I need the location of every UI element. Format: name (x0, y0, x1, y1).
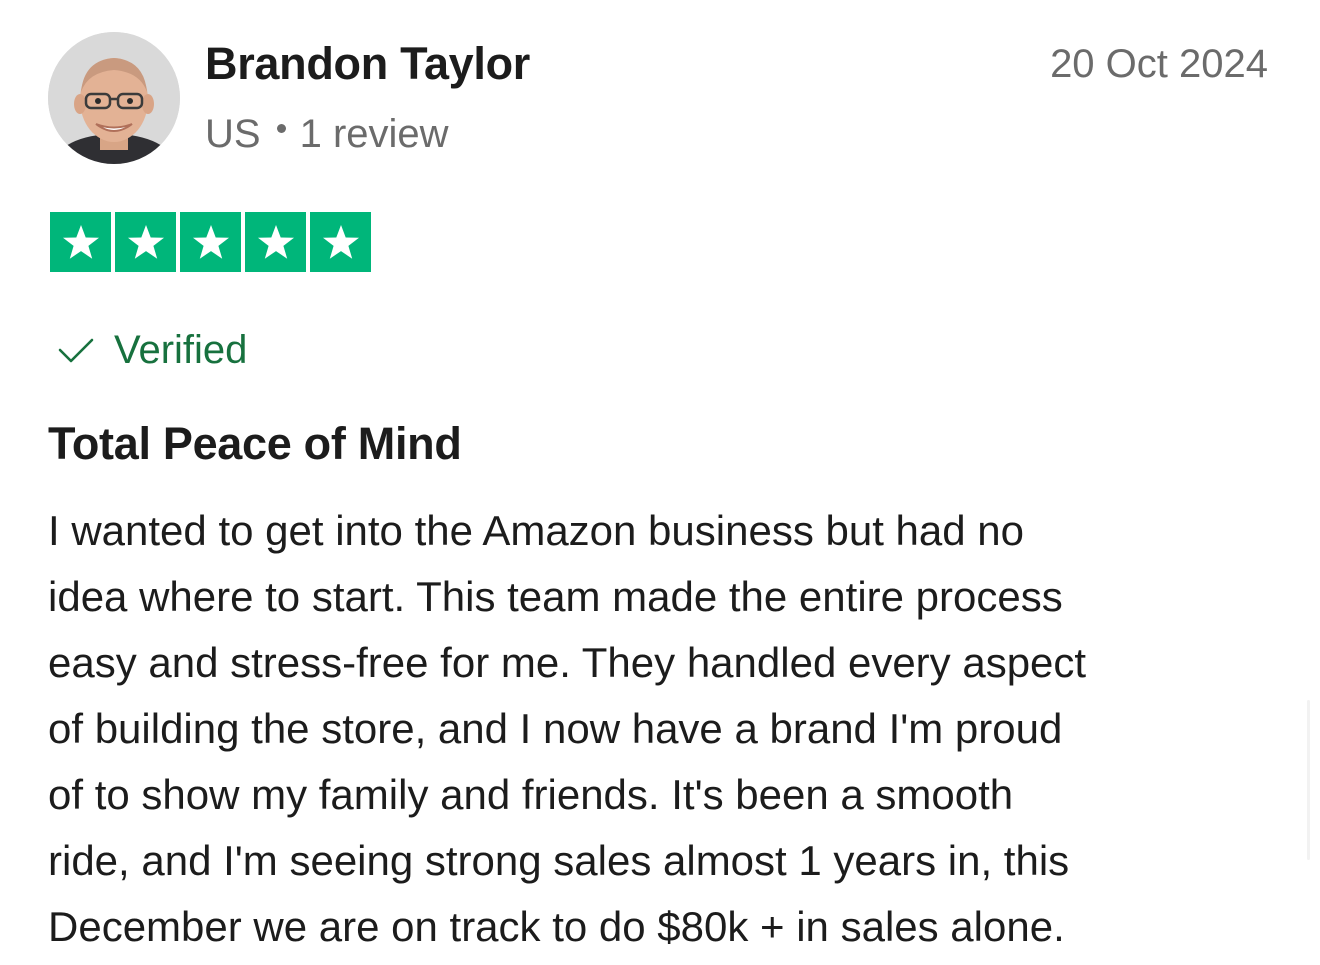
reviewer-review-count[interactable]: 1 review (300, 110, 449, 158)
review-body-line: I wanted to get into the Amazon business… (48, 507, 1025, 554)
star-rating (50, 212, 371, 272)
reviewer-country: US (205, 112, 261, 156)
review-title[interactable]: Total Peace of Mind (48, 417, 462, 471)
star-3 (180, 212, 241, 272)
star-2 (115, 212, 176, 272)
review-body-line: idea where to start. This team made the … (48, 573, 1063, 620)
star-icon (322, 225, 359, 259)
review-body-line: easy and stress-free for me. They handle… (48, 639, 1087, 686)
review-body: I wanted to get into the Amazon business… (48, 498, 1288, 960)
star-icon (192, 225, 229, 259)
star-icon (257, 225, 294, 259)
star-5 (310, 212, 371, 272)
review-body-line: of to show my family and friends. It's b… (48, 771, 1014, 818)
review-body-line: December we are on track to do $80k + in… (48, 903, 1065, 950)
review-body-line: of building the store, and I now have a … (48, 705, 1063, 752)
verified-badge[interactable]: Verified (56, 326, 247, 374)
star-icon (62, 225, 99, 259)
star-1 (50, 212, 111, 272)
reviewer-name[interactable]: Brandon Taylor (205, 38, 530, 90)
review-card: Brandon Taylor US 1 review 20 Oct 2024 V… (0, 0, 1320, 965)
check-icon (58, 338, 94, 363)
avatar-photo (48, 32, 180, 164)
review-body-line: ride, and I'm seeing strong sales almost… (48, 837, 1070, 884)
verified-label: Verified (114, 328, 248, 372)
review-date: 20 Oct 2024 (1050, 42, 1268, 86)
separator-dot (276, 123, 286, 133)
reviewer-meta: US 1 review (205, 110, 449, 158)
star-icon (127, 225, 164, 259)
avatar[interactable] (48, 32, 180, 164)
star-4 (245, 212, 306, 272)
scrollbar[interactable] (1307, 700, 1310, 860)
